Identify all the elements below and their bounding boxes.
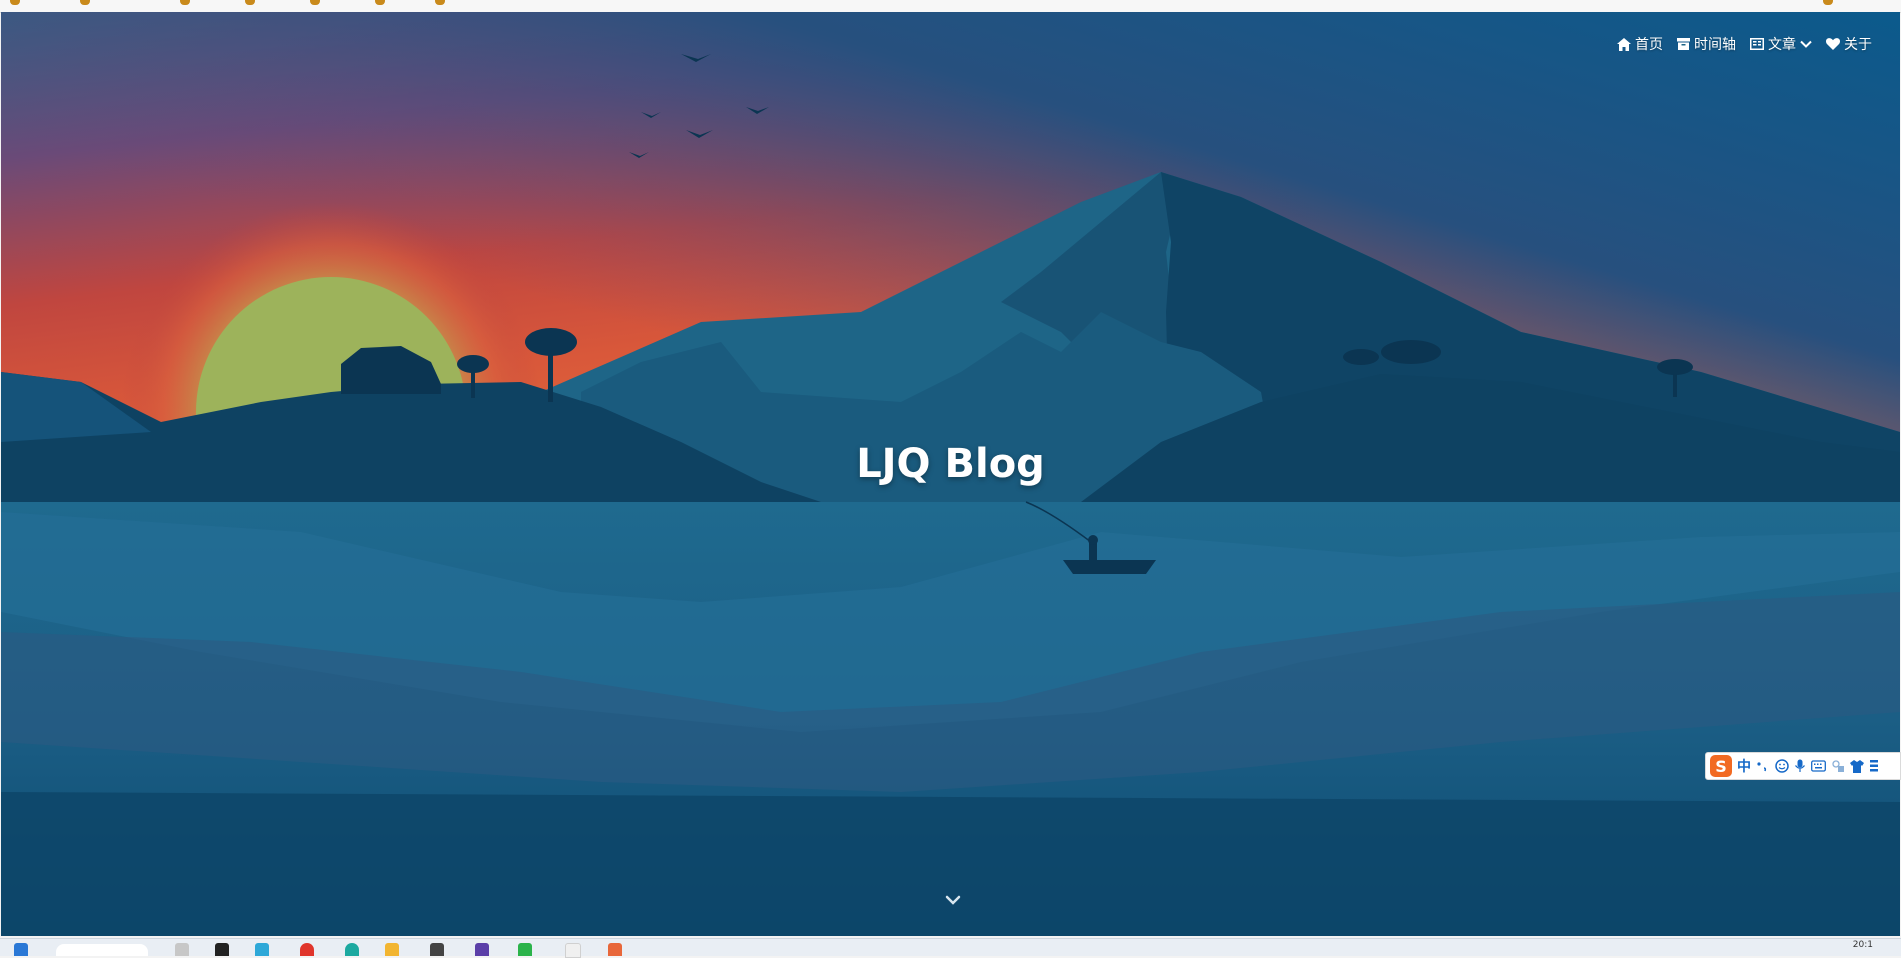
menu-icon[interactable] <box>1869 759 1879 773</box>
punctuation-icon[interactable] <box>1756 759 1770 773</box>
bookmark-icon[interactable] <box>80 0 90 5</box>
bookmark-icon[interactable] <box>310 0 320 5</box>
nav-item-home[interactable]: 首页 <box>1617 34 1663 54</box>
folder-icon[interactable] <box>385 943 399 956</box>
heart-icon <box>1826 38 1840 50</box>
nav-item-timeline[interactable]: 时间轴 <box>1677 34 1736 54</box>
site-title: LJQ Blog <box>856 440 1045 487</box>
main-nav: 首页 时间轴 文章 关于 <box>1617 34 1872 54</box>
chevron-down-icon <box>945 895 961 905</box>
bookmark-icon[interactable] <box>435 0 445 5</box>
ime-toolbar[interactable]: S 中 <box>1705 752 1901 780</box>
toolbox-icon[interactable] <box>1831 759 1845 773</box>
ime-mode-toggle[interactable]: 中 <box>1737 756 1751 776</box>
nav-item-articles[interactable]: 文章 <box>1750 34 1812 54</box>
app-icon[interactable] <box>300 943 314 956</box>
taskbar-clock[interactable]: 20:1 <box>1853 940 1873 950</box>
hero-banner: 首页 时间轴 文章 关于 LJQ Blog <box>1 12 1900 936</box>
skin-icon[interactable] <box>1850 759 1864 773</box>
nav-label-timeline: 时间轴 <box>1694 37 1736 53</box>
home-icon <box>1617 37 1631 51</box>
app-icon[interactable] <box>255 943 269 956</box>
app-icon[interactable] <box>475 943 489 956</box>
nav-label-articles: 文章 <box>1768 37 1796 53</box>
nav-item-about[interactable]: 关于 <box>1826 34 1872 54</box>
bookmark-icon[interactable] <box>245 0 255 5</box>
taskbar-search[interactable] <box>56 944 148 956</box>
emoji-icon[interactable] <box>1775 759 1789 773</box>
app-icon[interactable] <box>518 943 532 956</box>
start-icon[interactable] <box>14 943 28 956</box>
taskbar: 20:1 <box>0 938 1901 958</box>
bookmark-icon[interactable] <box>180 0 190 5</box>
ime-logo-icon[interactable]: S <box>1710 755 1732 777</box>
app-icon[interactable] <box>430 943 444 956</box>
bookmark-icon[interactable] <box>10 0 20 5</box>
nav-label-about: 关于 <box>1844 37 1872 53</box>
microphone-icon[interactable] <box>1794 759 1806 773</box>
bookmark-icon[interactable] <box>375 0 385 5</box>
chevron-down-icon <box>1800 40 1812 48</box>
nav-label-home: 首页 <box>1635 37 1663 53</box>
book-icon <box>1750 38 1764 50</box>
app-icon[interactable] <box>345 943 359 956</box>
archive-icon <box>1677 38 1690 50</box>
scroll-down-button[interactable] <box>942 889 964 911</box>
app-icon[interactable] <box>608 943 622 956</box>
app-icon[interactable] <box>565 943 581 958</box>
taskview-icon[interactable] <box>175 943 189 956</box>
keyboard-icon[interactable] <box>1811 760 1826 772</box>
bookmark-icon[interactable] <box>1823 0 1833 5</box>
app-icon[interactable] <box>215 943 229 956</box>
